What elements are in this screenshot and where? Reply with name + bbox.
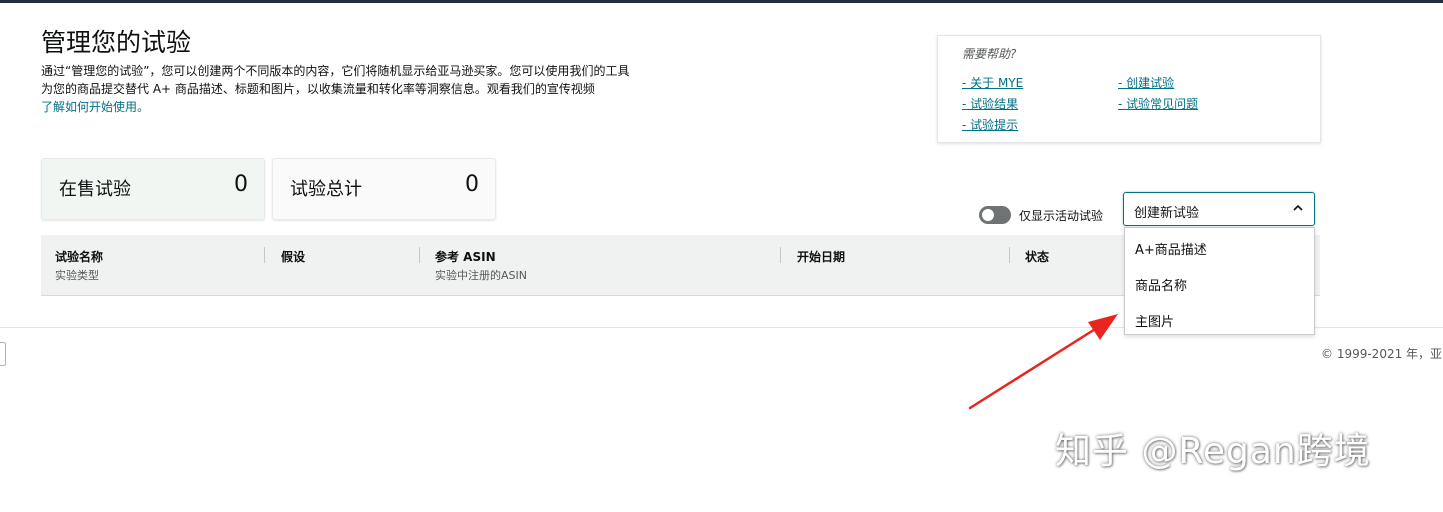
stat-card-total-experiments[interactable]: 试验总计 0 <box>272 158 496 220</box>
active-only-toggle-label: 仅显示活动试验 <box>1019 209 1104 223</box>
help-title: 需要帮助? <box>962 47 1017 61</box>
column-separator <box>780 247 781 263</box>
column-header-reference-asin[interactable]: 参考 ASIN 实验中注册的ASIN <box>435 248 527 283</box>
column-title: 开始日期 <box>797 250 846 264</box>
help-link-about-mye[interactable]: - 关于 MYE <box>962 74 1023 91</box>
column-header-hypothesis[interactable]: 假设 <box>281 248 305 265</box>
toggle-knob <box>982 209 994 221</box>
top-nav-bar <box>0 0 1443 3</box>
annotation-arrow-icon <box>968 314 1118 410</box>
column-title: 假设 <box>281 250 306 264</box>
column-separator <box>264 247 265 263</box>
menu-item-main-image[interactable]: 主图片 <box>1135 311 1174 330</box>
help-link-experiment-results[interactable]: - 试验结果 <box>962 95 1018 112</box>
column-header-experiment-name[interactable]: 试验名称 实验类型 <box>55 248 103 283</box>
getting-started-link[interactable]: 了解如何开始使用。 <box>41 100 149 114</box>
help-link-experiment-tips[interactable]: - 试验提示 <box>962 116 1018 133</box>
column-separator <box>419 247 420 263</box>
column-title: 试验名称 <box>55 250 104 264</box>
column-subtitle: 实验中注册的ASIN <box>435 269 527 282</box>
help-link-experiment-faq[interactable]: - 试验常见问题 <box>1118 95 1198 112</box>
intro-text: 通过“管理您的试验”，您可以创建两个不同版本的内容，它们将随机显示给亚马逊买家。… <box>41 62 721 116</box>
column-header-start-date[interactable]: 开始日期 <box>797 248 845 265</box>
column-title: 参考 ASIN <box>435 250 496 264</box>
stat-card-active-experiments[interactable]: 在售试验 0 <box>41 158 265 220</box>
watermark: 知乎 @Regan跨境 <box>1055 431 1371 472</box>
help-panel: 需要帮助? - 关于 MYE - 创建试验 - 试验结果 - 试验常见问题 - … <box>937 35 1321 143</box>
chevron-up-icon <box>1293 204 1303 211</box>
help-link-create-experiment[interactable]: - 创建试验 <box>1118 74 1174 91</box>
column-title: 状态 <box>1025 250 1050 264</box>
language-selector-edge[interactable] <box>0 342 6 366</box>
page-title: 管理您的试验 <box>41 28 192 57</box>
stat-label: 在售试验 <box>59 179 131 200</box>
column-subtitle: 实验类型 <box>55 269 99 282</box>
copyright-text: © 1999-2021 年，亚 <box>1321 347 1443 361</box>
intro-line-1: 通过“管理您的试验”，您可以创建两个不同版本的内容，它们将随机显示给亚马逊买家。… <box>41 64 630 78</box>
menu-item-product-title[interactable]: 商品名称 <box>1135 275 1187 294</box>
create-experiment-select[interactable]: 创建新试验 <box>1123 192 1315 226</box>
intro-line-2: 为您的商品提交替代 A+ 商品描述、标题和图片，以收集流量和转化率等洞察信息。观… <box>41 82 595 96</box>
column-separator <box>1009 247 1010 263</box>
menu-item-aplus-description[interactable]: A+商品描述 <box>1135 239 1207 258</box>
stat-value: 0 <box>234 172 248 197</box>
create-experiment-select-value: 创建新试验 <box>1134 206 1200 221</box>
column-header-status[interactable]: 状态 <box>1025 248 1049 265</box>
stat-label: 试验总计 <box>290 179 362 200</box>
stat-value: 0 <box>465 172 479 197</box>
create-experiment-menu: A+商品描述 商品名称 主图片 <box>1124 227 1315 335</box>
active-only-toggle[interactable] <box>979 206 1011 224</box>
